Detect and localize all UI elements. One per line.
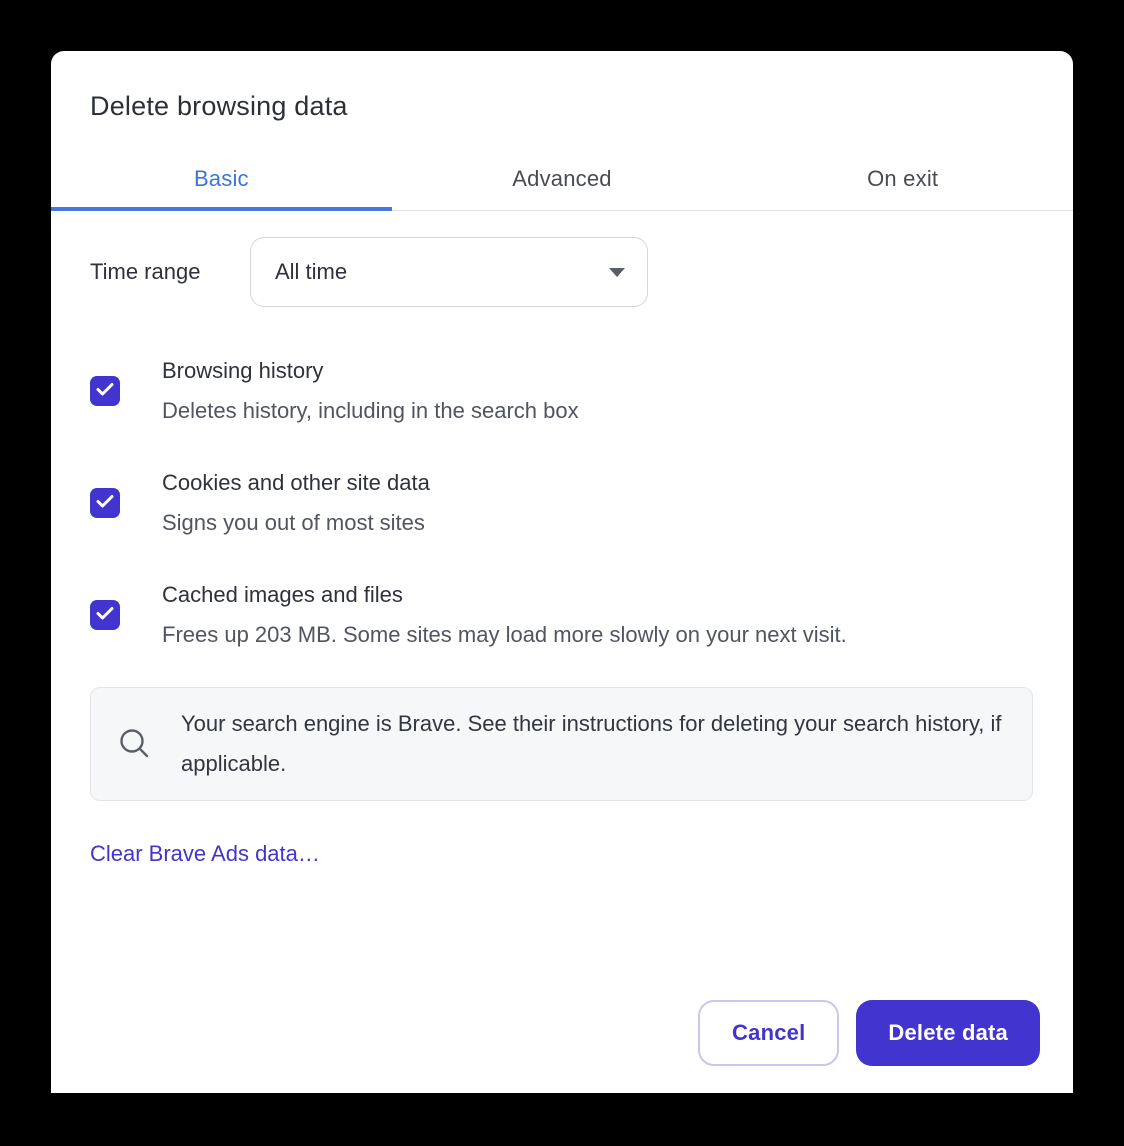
search-engine-notice: Your search engine is Brave. See their i… <box>90 687 1033 801</box>
tab-advanced[interactable]: Advanced <box>392 147 733 210</box>
checkbox-label: Cookies and other site data <box>162 463 430 503</box>
checkbox-row-cookies: Cookies and other site data Signs you ou… <box>90 463 1033 543</box>
checkbox-row-browsing-history: Browsing history Deletes history, includ… <box>90 351 1033 431</box>
delete-browsing-data-dialog: Delete browsing data Basic Advanced On e… <box>51 51 1073 1093</box>
browsing-history-checkbox[interactable] <box>90 376 120 406</box>
clear-brave-ads-data-link[interactable]: Clear Brave Ads data… <box>90 841 320 867</box>
checkbox-list: Browsing history Deletes history, includ… <box>90 351 1033 655</box>
tab-on-exit-label: On exit <box>867 166 938 192</box>
cancel-button[interactable]: Cancel <box>698 1000 839 1066</box>
checkbox-description: Frees up 203 MB. Some sites may load mor… <box>162 615 847 655</box>
dialog-content: Time range All time Browsing history Del… <box>51 237 1073 867</box>
chevron-down-icon <box>609 268 625 277</box>
tabstrip: Basic Advanced On exit <box>51 147 1073 211</box>
time-range-selected-value: All time <box>275 259 347 285</box>
tab-basic-label: Basic <box>194 166 249 192</box>
tab-advanced-label: Advanced <box>512 166 611 192</box>
search-icon <box>115 722 155 766</box>
checkmark-icon <box>93 601 117 630</box>
search-engine-notice-text: Your search engine is Brave. See their i… <box>181 704 1002 784</box>
checkbox-texts: Browsing history Deletes history, includ… <box>162 351 579 431</box>
checkmark-icon <box>93 377 117 406</box>
dialog-button-row: Cancel Delete data <box>698 1000 1040 1066</box>
delete-data-button[interactable]: Delete data <box>856 1000 1040 1066</box>
checkbox-label: Browsing history <box>162 351 579 391</box>
cookies-checkbox[interactable] <box>90 488 120 518</box>
dialog-title: Delete browsing data <box>90 89 1033 123</box>
time-range-select[interactable]: All time <box>250 237 648 307</box>
tab-on-exit[interactable]: On exit <box>732 147 1073 210</box>
checkbox-description: Deletes history, including in the search… <box>162 391 579 431</box>
checkbox-texts: Cached images and files Frees up 203 MB.… <box>162 575 847 655</box>
time-range-row: Time range All time <box>90 237 1033 307</box>
checkbox-texts: Cookies and other site data Signs you ou… <box>162 463 430 543</box>
cached-images-checkbox[interactable] <box>90 600 120 630</box>
checkbox-description: Signs you out of most sites <box>162 503 430 543</box>
time-range-label: Time range <box>90 259 250 285</box>
checkbox-row-cached-images: Cached images and files Frees up 203 MB.… <box>90 575 1033 655</box>
checkbox-label: Cached images and files <box>162 575 847 615</box>
tab-basic[interactable]: Basic <box>51 147 392 210</box>
checkmark-icon <box>93 489 117 518</box>
